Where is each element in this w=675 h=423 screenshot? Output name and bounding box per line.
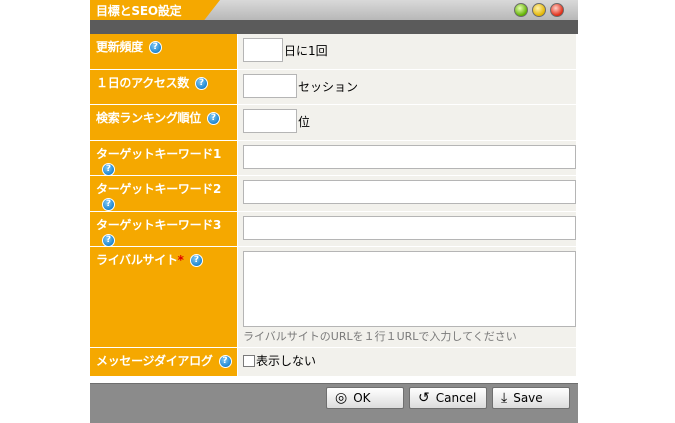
rival-sites-textarea[interactable]	[243, 251, 576, 327]
value-cell	[238, 141, 576, 175]
label-cell: １日のアクセス数?	[90, 70, 238, 104]
row-daily-access: １日のアクセス数? セッション	[90, 70, 576, 105]
footer-bar: ◎ OK ↺ Cancel ⤓ Save	[90, 383, 578, 411]
target-keyword-2-label: ターゲットキーワード2	[96, 182, 222, 196]
label-cell: ライバルサイト*?	[90, 247, 238, 347]
help-icon[interactable]: ?	[206, 112, 220, 125]
row-target-keyword-1: ターゲットキーワード1?	[90, 141, 576, 176]
cancel-label: Cancel	[435, 391, 477, 405]
close-button[interactable]	[550, 3, 564, 17]
target-keyword-3-input[interactable]	[243, 216, 576, 240]
help-icon[interactable]: ?	[195, 77, 209, 90]
settings-form: 更新頻度? 日に1回 １日のアクセス数? セッション 検索ランキング順位? 位	[90, 34, 576, 377]
label-cell: メッセージダイアログ?	[90, 348, 238, 376]
ok-label: OK	[353, 391, 371, 405]
update-frequency-label: 更新頻度	[96, 40, 143, 54]
required-mark: *	[177, 253, 184, 267]
label-cell: ターゲットキーワード3?	[90, 212, 238, 247]
help-icon[interactable]: ?	[218, 355, 232, 368]
daily-access-label: １日のアクセス数	[96, 76, 190, 90]
message-dialog-label: メッセージダイアログ	[96, 354, 213, 368]
rival-sites-hint: ライバルサイトのURLを１行１URLで入力してください	[243, 330, 517, 343]
settings-dialog: 目標とSEO設定 更新頻度? 日に1回 １日のアクセス数? セッション 検索ラン…	[90, 0, 578, 423]
target-keyword-1-input[interactable]	[243, 145, 576, 169]
save-button[interactable]: ⤓ Save	[492, 387, 570, 409]
save-icon: ⤓	[501, 390, 508, 406]
row-update-frequency: 更新頻度? 日に1回	[90, 34, 576, 70]
hide-dialog-checkbox[interactable]	[243, 354, 255, 367]
value-cell: セッション	[238, 70, 576, 104]
row-rival-sites: ライバルサイト*? ライバルサイトのURLを１行１URLで入力してください	[90, 247, 576, 348]
ok-button[interactable]: ◎ OK	[326, 387, 404, 409]
minimize-button[interactable]	[532, 3, 546, 17]
target-keyword-3-label: ターゲットキーワード3	[96, 218, 222, 232]
help-icon[interactable]: ?	[102, 198, 115, 211]
rival-sites-label: ライバルサイト	[96, 253, 178, 267]
ok-icon: ◎	[335, 390, 348, 406]
update-frequency-input[interactable]	[243, 38, 283, 62]
help-icon[interactable]: ?	[102, 234, 115, 247]
row-search-ranking: 検索ランキング順位? 位	[90, 105, 576, 141]
hide-dialog-label: 表示しない	[256, 354, 317, 368]
update-frequency-unit: 日に1回	[284, 43, 328, 58]
value-cell	[238, 176, 576, 211]
save-label: Save	[513, 391, 543, 405]
target-keyword-2-input[interactable]	[243, 180, 576, 204]
help-icon[interactable]: ?	[189, 254, 203, 267]
bottom-band	[90, 411, 578, 423]
row-target-keyword-2: ターゲットキーワード2?	[90, 176, 576, 212]
cancel-icon: ↺	[418, 390, 430, 406]
help-icon[interactable]: ?	[148, 41, 162, 54]
search-ranking-unit: 位	[298, 114, 311, 129]
value-cell	[238, 212, 576, 246]
header-band	[90, 20, 578, 34]
label-cell: ターゲットキーワード2?	[90, 176, 238, 211]
help-icon[interactable]: ?	[102, 163, 115, 176]
target-keyword-1-label: ターゲットキーワード1	[96, 147, 222, 161]
title-bar: 目標とSEO設定	[90, 0, 578, 20]
row-target-keyword-3: ターゲットキーワード3?	[90, 212, 576, 247]
window-title: 目標とSEO設定	[96, 4, 182, 18]
label-cell: 更新頻度?	[90, 34, 238, 69]
label-cell: ターゲットキーワード1?	[90, 141, 238, 176]
daily-access-input[interactable]	[243, 74, 297, 98]
value-cell: 日に1回	[238, 34, 576, 69]
daily-access-unit: セッション	[298, 79, 359, 94]
value-cell: 位	[238, 105, 576, 140]
cancel-button[interactable]: ↺ Cancel	[409, 387, 487, 409]
label-cell: 検索ランキング順位?	[90, 105, 238, 140]
maximize-button[interactable]	[514, 3, 528, 17]
value-cell: 表示しない	[238, 348, 576, 376]
value-cell: ライバルサイトのURLを１行１URLで入力してください	[238, 247, 576, 347]
row-message-dialog: メッセージダイアログ? 表示しない	[90, 348, 576, 377]
search-ranking-label: 検索ランキング順位	[96, 111, 201, 125]
search-ranking-input[interactable]	[243, 109, 297, 133]
